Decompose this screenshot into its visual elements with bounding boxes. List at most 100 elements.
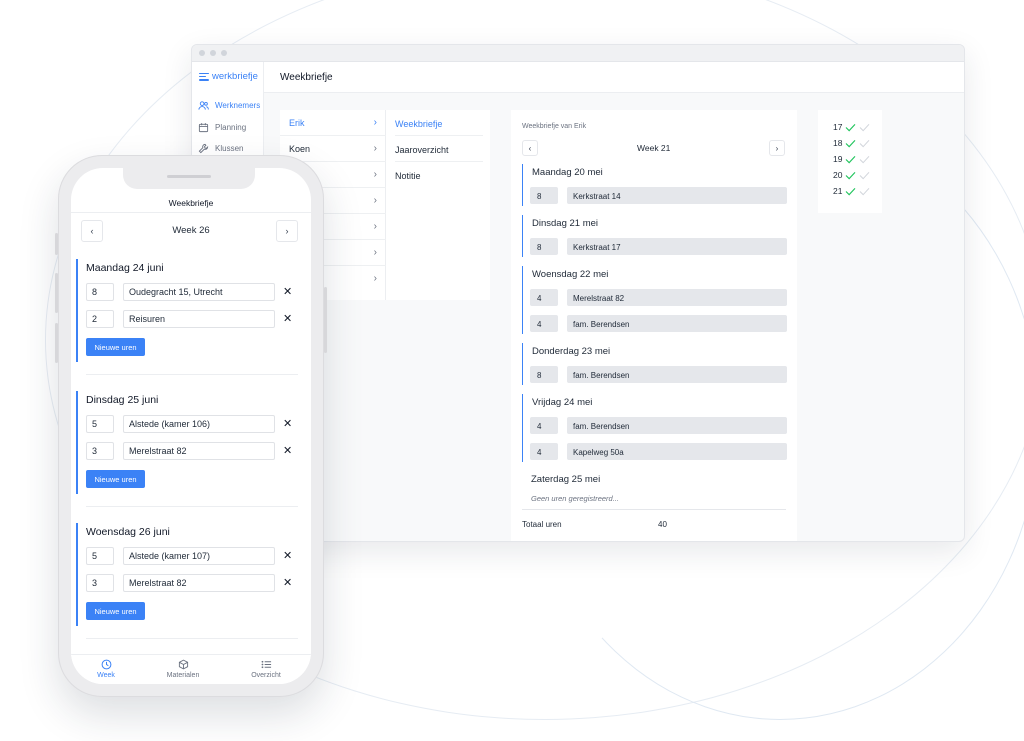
subnav-jaaroverzicht[interactable]: Jaaroverzicht [395, 136, 483, 162]
remove-entry-button[interactable]: ✕ [283, 417, 292, 430]
page-title: Weekbriefje [168, 198, 214, 208]
employee-name: Koen [289, 144, 311, 154]
chevron-right-icon: › [373, 117, 377, 128]
check-light-icon [860, 123, 870, 131]
week-status-item[interactable]: 20 [833, 170, 870, 180]
menu-lines-icon [199, 72, 209, 81]
sidebar-item-label: Planning [215, 123, 247, 132]
remove-entry-button[interactable]: ✕ [283, 312, 292, 325]
address-input[interactable]: Alstede (kamer 106) [123, 415, 275, 433]
divider [86, 638, 298, 639]
employee-name: Erik [289, 118, 305, 128]
phone-side-button [55, 273, 58, 313]
day-block: Maandag 20 mei 8 Kerkstraat 14 [522, 164, 787, 206]
check-icon [846, 139, 856, 147]
prev-week-button[interactable]: ‹ [522, 140, 538, 156]
divider [71, 212, 311, 213]
weekbriefje-panel: Weekbriefje van Erik ‹ Week 21 › Maandag… [511, 110, 797, 541]
chevron-right-icon: › [373, 273, 377, 284]
phone-side-button [324, 287, 327, 353]
remove-entry-button[interactable]: ✕ [283, 285, 292, 298]
window-dot[interactable] [221, 50, 227, 56]
check-icon [846, 123, 856, 131]
day-title: Zaterdag 25 mei [531, 474, 601, 485]
clock-icon [101, 659, 111, 670]
address-input[interactable]: Merelstraat 82 [123, 442, 275, 460]
subnav-weekbriefje[interactable]: Weekbriefje [395, 110, 483, 136]
address-input[interactable]: Oudegracht 15, Utrecht [123, 283, 275, 301]
address-input[interactable]: Merelstraat 82 [123, 574, 275, 592]
phone-screen: Weekbriefje ‹ Week 26 › Maandag 24 juni … [71, 168, 311, 684]
hours-input[interactable]: 8 [86, 283, 114, 301]
week-status-item[interactable]: 17 [833, 122, 870, 132]
add-hours-button[interactable]: Nieuwe uren [86, 470, 145, 488]
hours-input[interactable]: 5 [86, 547, 114, 565]
logo[interactable]: werkbriefje [199, 71, 258, 82]
sidebar-item-werknemers[interactable]: Werknemers [198, 100, 260, 111]
week-number: 18 [833, 138, 843, 148]
week-status-item[interactable]: 19 [833, 154, 870, 164]
week-label: Week 21 [637, 143, 671, 153]
day-title: Maandag 24 juni [86, 262, 164, 274]
check-icon [846, 187, 856, 195]
address-input[interactable]: Alstede (kamer 107) [123, 547, 275, 565]
users-icon [198, 101, 209, 110]
hours-value: 4 [530, 315, 558, 332]
window-dot[interactable] [210, 50, 216, 56]
total-hours-value: 40 [658, 520, 667, 529]
hours-value: 8 [530, 187, 558, 204]
hours-input[interactable]: 5 [86, 415, 114, 433]
tab-materialen[interactable]: Materialen [148, 659, 218, 679]
week-label: Week 26 [172, 225, 210, 236]
week-status-item[interactable]: 18 [833, 138, 870, 148]
logo-text: werkbriefje [212, 71, 258, 82]
address-value: fam. Berendsen [567, 417, 787, 434]
check-light-icon [860, 187, 870, 195]
day-block: Donderdag 23 mei 8 fam. Berendsen [522, 343, 787, 385]
week-number: 17 [833, 122, 843, 132]
hours-value: 8 [530, 366, 558, 383]
day-title: Woensdag 22 mei [532, 269, 609, 280]
desktop-header: Weekbriefje [264, 62, 964, 93]
hours-value: 8 [530, 238, 558, 255]
sidebar-item-label: Werknemers [215, 101, 261, 110]
page-title: Weekbriefje [280, 72, 333, 83]
box-icon [178, 659, 188, 670]
hours-value: 4 [530, 289, 558, 306]
total-hours-label: Totaal uren [522, 520, 562, 529]
employee-item-erik[interactable]: Erik › [280, 110, 386, 136]
hours-input[interactable]: 3 [86, 574, 114, 592]
sidebar-item-klussen[interactable]: Klussen [198, 143, 243, 154]
add-hours-button[interactable]: Nieuwe uren [86, 338, 145, 356]
check-light-icon [860, 155, 870, 163]
window-dot[interactable] [199, 50, 205, 56]
day-block: Dinsdag 21 mei 8 Kerkstraat 17 [522, 215, 787, 257]
weekbriefje-caption: Weekbriefje van Erik [522, 123, 587, 130]
day-accent-bar [76, 523, 78, 626]
tab-overzicht[interactable]: Overzicht [231, 659, 301, 679]
address-input[interactable]: Reisuren [123, 310, 275, 328]
next-week-button[interactable]: › [276, 220, 298, 242]
day-title: Maandag 20 mei [532, 167, 603, 178]
hours-input[interactable]: 3 [86, 442, 114, 460]
sidebar-item-planning[interactable]: Planning [198, 122, 246, 133]
remove-entry-button[interactable]: ✕ [283, 576, 292, 589]
subnav-notitie[interactable]: Notitie [395, 162, 483, 188]
hours-input[interactable]: 2 [86, 310, 114, 328]
address-value: fam. Berendsen [567, 366, 787, 383]
check-icon [846, 155, 856, 163]
chevron-right-icon: › [373, 169, 377, 180]
tab-label: Week [97, 672, 115, 679]
tab-label: Overzicht [251, 672, 281, 679]
remove-entry-button[interactable]: ✕ [283, 444, 292, 457]
tab-week[interactable]: Week [71, 659, 141, 679]
add-hours-button[interactable]: Nieuwe uren [86, 602, 145, 620]
next-week-button[interactable]: › [769, 140, 785, 156]
week-status-item[interactable]: 21 [833, 186, 870, 196]
week-number: 19 [833, 154, 843, 164]
divider [522, 509, 786, 510]
subnav-label: Weekbriefje [395, 119, 443, 129]
day-title: Woensdag 26 juni [86, 526, 170, 538]
remove-entry-button[interactable]: ✕ [283, 549, 292, 562]
chevron-right-icon: › [373, 195, 377, 206]
